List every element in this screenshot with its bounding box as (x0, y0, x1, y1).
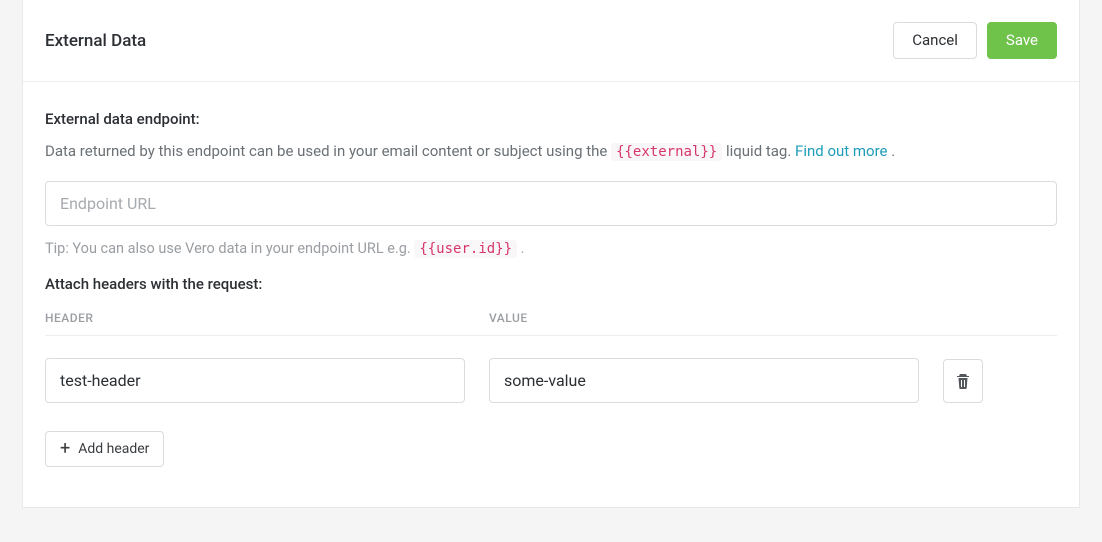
cancel-button[interactable]: Cancel (893, 22, 977, 59)
endpoint-description: Data returned by this endpoint can be us… (45, 140, 1057, 163)
header-name-input[interactable] (45, 358, 465, 403)
trash-icon (956, 373, 970, 389)
delete-header-button[interactable] (943, 359, 983, 403)
user-id-liquid-tag: {{user.id}} (414, 240, 517, 258)
external-data-panel: External Data Cancel Save External data … (22, 0, 1080, 508)
plus-icon: + (60, 440, 70, 458)
header-actions: Cancel Save (893, 22, 1057, 59)
column-header-header: HEADER (45, 311, 465, 325)
endpoint-tip: Tip: You can also use Vero data in your … (45, 240, 1057, 257)
endpoint-label: External data endpoint: (45, 110, 1057, 128)
save-button[interactable]: Save (987, 22, 1057, 59)
panel-header: External Data Cancel Save (23, 0, 1079, 82)
add-header-label: Add header (78, 441, 149, 457)
endpoint-desc-end: . (891, 142, 895, 160)
find-out-more-link[interactable]: Find out more (795, 142, 887, 160)
column-header-value: VALUE (489, 311, 919, 325)
add-header-button[interactable]: + Add header (45, 431, 164, 467)
header-row (45, 358, 1057, 403)
endpoint-desc-post: liquid tag. (726, 142, 795, 160)
external-liquid-tag: {{external}} (611, 143, 722, 161)
endpoint-url-input[interactable] (45, 181, 1057, 226)
panel-title: External Data (45, 31, 146, 51)
headers-table: HEADER VALUE (45, 311, 1057, 403)
headers-table-head: HEADER VALUE (45, 311, 1057, 336)
headers-label: Attach headers with the request: (45, 275, 1057, 293)
endpoint-desc-pre: Data returned by this endpoint can be us… (45, 142, 611, 160)
header-value-input[interactable] (489, 358, 919, 403)
tip-pre: Tip: You can also use Vero data in your … (45, 240, 414, 257)
tip-post: . (521, 240, 525, 257)
panel-body: External data endpoint: Data returned by… (23, 82, 1079, 507)
